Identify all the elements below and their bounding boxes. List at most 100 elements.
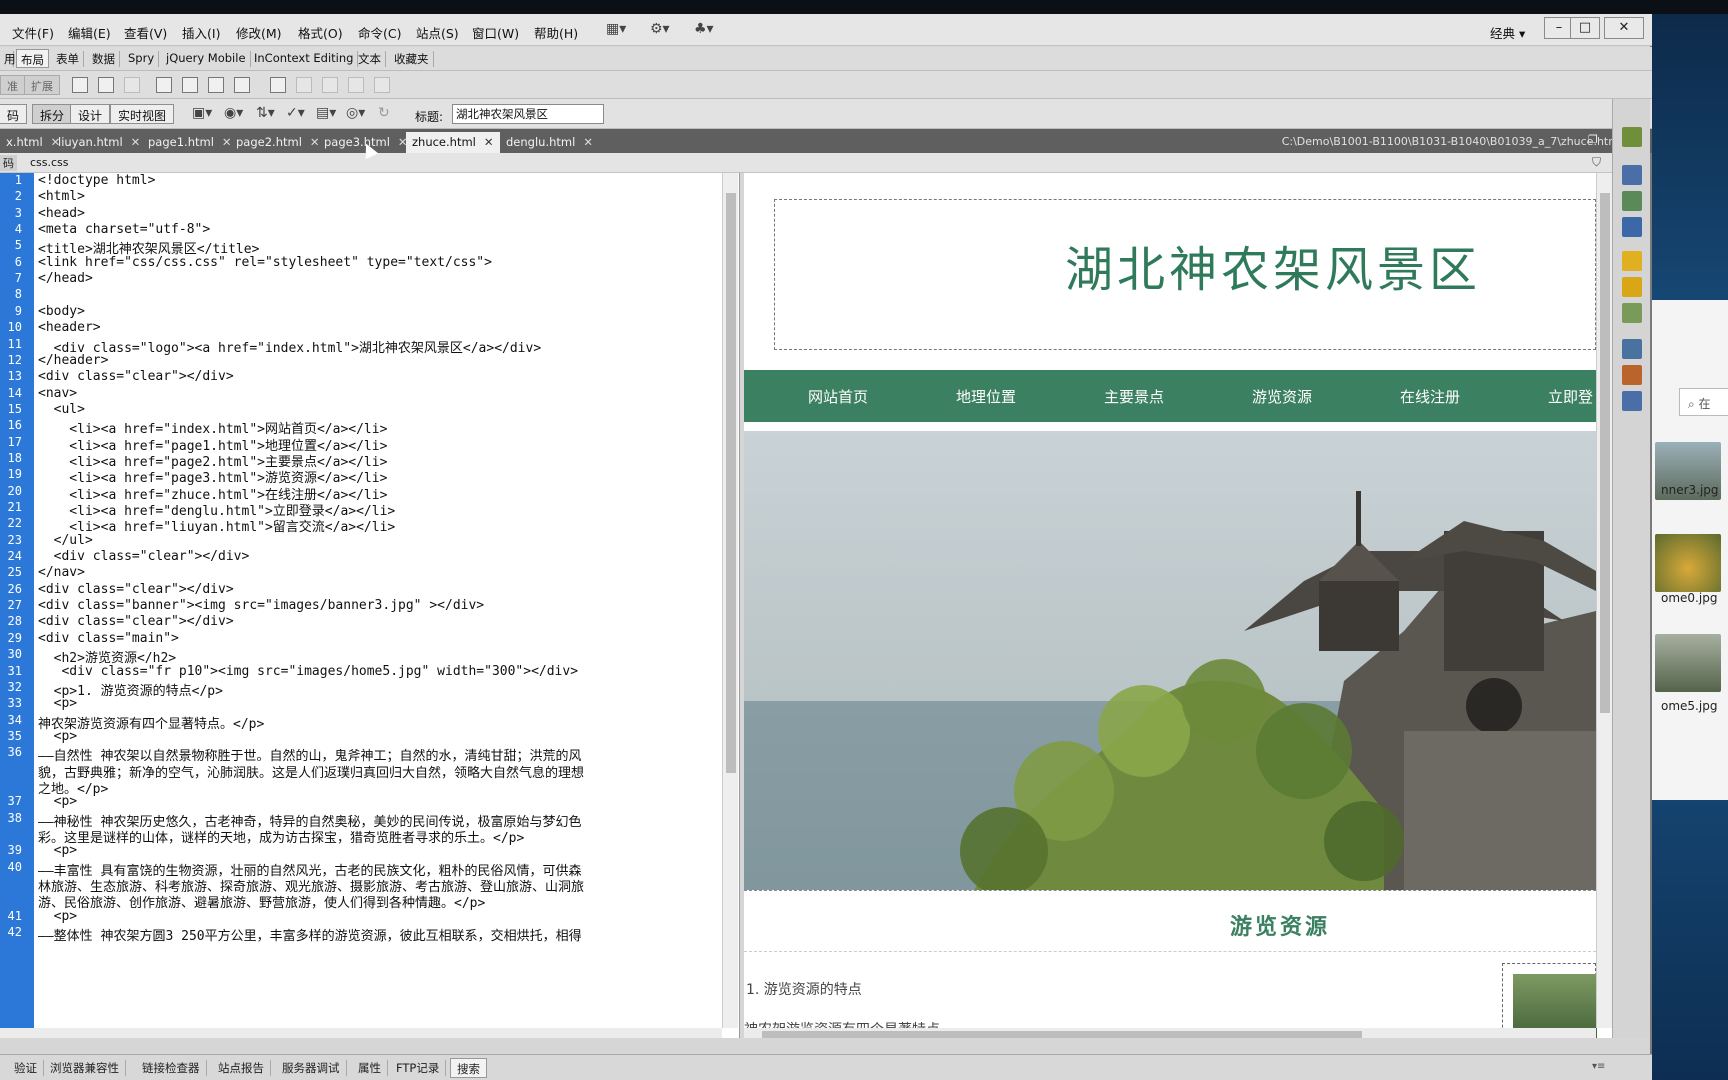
code-view-button[interactable]: 码 xyxy=(0,104,28,124)
code-line[interactable]: 20 <li><a href="zhuce.html">在线注册</a></li… xyxy=(0,484,720,503)
menu-help[interactable]: 帮助(H) xyxy=(534,23,578,42)
insert-tab-jquery-mobile[interactable]: jQuery Mobile xyxy=(162,51,251,67)
menu-site[interactable]: 站点(S) xyxy=(416,23,459,42)
design-view-pane[interactable]: 湖北神农架风景区 网站首页 地理位置 主要景点 游览资源 在线注册 立即登 游览… xyxy=(744,173,1612,1038)
menu-modify[interactable]: 修改(M) xyxy=(236,23,282,42)
menu-file[interactable]: 文件(F) xyxy=(12,23,54,42)
status-tab-link-checker[interactable]: 链接检查器 xyxy=(136,1060,207,1076)
code-line[interactable]: 31 <div class="fr p10"><img src="images/… xyxy=(0,664,720,680)
spry-tabbed-icon[interactable] xyxy=(182,77,198,93)
design-horizontal-scrollbar[interactable] xyxy=(744,1028,1596,1038)
nav-item-register[interactable]: 在线注册 xyxy=(1400,386,1460,407)
tab-page2[interactable]: page2.html ✕ xyxy=(230,132,326,153)
files-icon[interactable] xyxy=(1622,339,1642,359)
workspace-switcher[interactable]: 经典 ▾ xyxy=(1490,23,1525,42)
status-tab-properties[interactable]: 属性 xyxy=(352,1060,388,1076)
source-code-tab[interactable]: 码 xyxy=(0,155,17,171)
nav-item-resources[interactable]: 游览资源 xyxy=(1252,386,1312,407)
code-line[interactable]: 貌，古野典雅；新净的空气，沁肺润肤。这是人们返璞归真回归大自然，领略大自然气息的… xyxy=(0,762,720,781)
nav-item-home[interactable]: 网站首页 xyxy=(808,386,868,407)
close-icon[interactable]: ✕ xyxy=(484,135,494,149)
split-view-button[interactable]: 拆分 xyxy=(32,104,73,124)
standard-mode-button[interactable]: 准 xyxy=(0,75,25,95)
live-view-button[interactable]: 实时视图 xyxy=(110,104,175,124)
code-line[interactable]: 游、民俗旅游、创作旅游、避暑旅游、野营旅游，使人们得到各种情趣。</p> xyxy=(0,892,720,911)
code-line[interactable]: 35 <p> xyxy=(0,729,720,745)
design-vertical-scrollbar[interactable] xyxy=(1596,173,1612,1028)
code-line[interactable]: 24 <div class="clear"></div> xyxy=(0,549,720,565)
spry-accordion-icon[interactable] xyxy=(208,77,224,93)
menu-edit[interactable]: 编辑(E) xyxy=(68,23,111,42)
table-col-icon[interactable] xyxy=(322,77,338,93)
code-line[interactable]: 彩。这里是谜样的山体，谜样的天地，成为访古探宝，猎奇览胜者寻求的乐土。</p> xyxy=(0,827,720,846)
behaviors-icon[interactable] xyxy=(1622,251,1642,271)
code-line[interactable]: 39 <p> xyxy=(0,843,720,859)
maximize-button[interactable]: □ xyxy=(1570,17,1600,39)
code-line[interactable]: 42 ——整体性 神农架方圆3 250平方公里，丰富多样的游览资源，彼此互相联系，… xyxy=(0,925,720,944)
live-view-options-icon[interactable]: ◎▾ xyxy=(346,105,365,121)
insert-tab-favorites[interactable]: 收藏夹 xyxy=(390,51,434,67)
related-file-css[interactable]: css.css xyxy=(30,156,69,169)
tab-liuyan[interactable]: liuyan.html ✕ xyxy=(52,132,146,153)
insert-tab-text[interactable]: 文本 xyxy=(354,51,386,67)
code-line[interactable]: 41 <p> xyxy=(0,909,720,925)
layout-icon[interactable]: ▦▾ xyxy=(606,21,626,37)
code-line[interactable]: 10 <header> xyxy=(0,320,720,336)
table-icon[interactable] xyxy=(270,77,286,93)
close-icon[interactable]: ✕ xyxy=(131,135,141,149)
tab-page1[interactable]: page1.html ✕ xyxy=(142,132,238,153)
code-line[interactable]: 30 <h2>游览资源</h2> xyxy=(0,647,720,666)
insert-tab-forms[interactable]: 表单 xyxy=(52,51,84,67)
scroll-thumb[interactable] xyxy=(1600,193,1610,713)
status-tab-search[interactable]: 搜索 xyxy=(450,1058,487,1078)
code-line[interactable]: 18 <li><a href="page2.html">主要景点</a></li… xyxy=(0,451,720,470)
insert-tab-layout[interactable]: 布局 xyxy=(16,49,49,68)
multiscreen-icon[interactable]: ▣▾ xyxy=(192,105,212,121)
code-line[interactable]: 林旅游、生态旅游、科考旅游、探奇旅游、观光旅游、摄影旅游、考古旅游、登山旅游、山… xyxy=(0,876,720,895)
code-line[interactable]: 5 <title>湖北神农架风景区</title> xyxy=(0,238,720,257)
code-line[interactable]: 34 神农架游览资源有四个显著特点。</p> xyxy=(0,713,720,732)
table-merge-icon[interactable] xyxy=(374,77,390,93)
code-line[interactable]: 16 <li><a href="index.html">网站首页</a></li… xyxy=(0,418,720,437)
doc-title-input[interactable] xyxy=(452,104,604,124)
section-title[interactable]: 游览资源 xyxy=(1230,909,1330,941)
site-manager-icon[interactable]: ♣▾ xyxy=(694,21,714,37)
code-line[interactable]: 9 <body> xyxy=(0,304,720,320)
status-tab-validation[interactable]: 验证 xyxy=(8,1060,44,1076)
banner-image[interactable] xyxy=(744,431,1596,891)
snippets-icon[interactable] xyxy=(1622,277,1642,297)
nav-item-attractions[interactable]: 主要景点 xyxy=(1104,386,1164,407)
code-line[interactable]: 之地。</p> xyxy=(0,778,720,797)
gear-icon[interactable]: ⚙▾ xyxy=(650,21,670,37)
code-line[interactable]: 29 <div class="main"> xyxy=(0,631,720,647)
code-line[interactable]: 6 <link href="css/css.css" rel="styleshee… xyxy=(0,255,720,271)
design-view-button[interactable]: 设计 xyxy=(70,104,111,124)
home5-image-box[interactable] xyxy=(1502,963,1597,1038)
status-tab-site-reports[interactable]: 站点报告 xyxy=(212,1060,271,1076)
code-line[interactable]: 13 <div class="clear"></div> xyxy=(0,369,720,385)
code-line[interactable]: 12 </header> xyxy=(0,353,720,369)
css-styles-icon[interactable] xyxy=(1622,165,1642,185)
code-line[interactable]: 28 <div class="clear"></div> xyxy=(0,614,720,630)
assets-icon[interactable] xyxy=(1622,365,1642,385)
insert-tab-spry[interactable]: Spry xyxy=(124,51,160,67)
table-row-icon[interactable] xyxy=(296,77,312,93)
code-horizontal-scrollbar[interactable] xyxy=(0,1028,722,1038)
code-line[interactable]: 17 <li><a href="page1.html">地理位置</a></li… xyxy=(0,435,720,454)
server-behaviors-icon[interactable] xyxy=(1622,303,1642,323)
close-icon[interactable]: ✕ xyxy=(583,135,593,149)
code-line[interactable]: 22 <li><a href="liuyan.html">留言交流</a></l… xyxy=(0,516,720,535)
spry-collapsible-icon[interactable] xyxy=(234,77,250,93)
code-line[interactable]: 37 <p> xyxy=(0,794,720,810)
scroll-thumb[interactable] xyxy=(726,193,736,773)
tab-denglu[interactable]: denglu.html ✕ xyxy=(500,132,599,153)
code-line[interactable]: 27 <div class="banner"><img src="images/b… xyxy=(0,598,720,614)
insert-div-icon[interactable] xyxy=(72,77,88,93)
filter-icon[interactable]: ⛉ xyxy=(1592,155,1601,170)
preview-browser-icon[interactable]: ◉▾ xyxy=(224,105,243,121)
code-line[interactable]: 40 ——丰富性 具有富饶的生物资源，壮丽的自然风光，古老的民族文化，粗朴的民俗风… xyxy=(0,860,720,879)
nav-item-location[interactable]: 地理位置 xyxy=(956,386,1016,407)
scroll-thumb[interactable] xyxy=(762,1031,1362,1038)
visual-aids-icon[interactable]: ▤▾ xyxy=(316,105,336,121)
code-line[interactable]: 21 <li><a href="denglu.html">立即登录</a></l… xyxy=(0,500,720,519)
